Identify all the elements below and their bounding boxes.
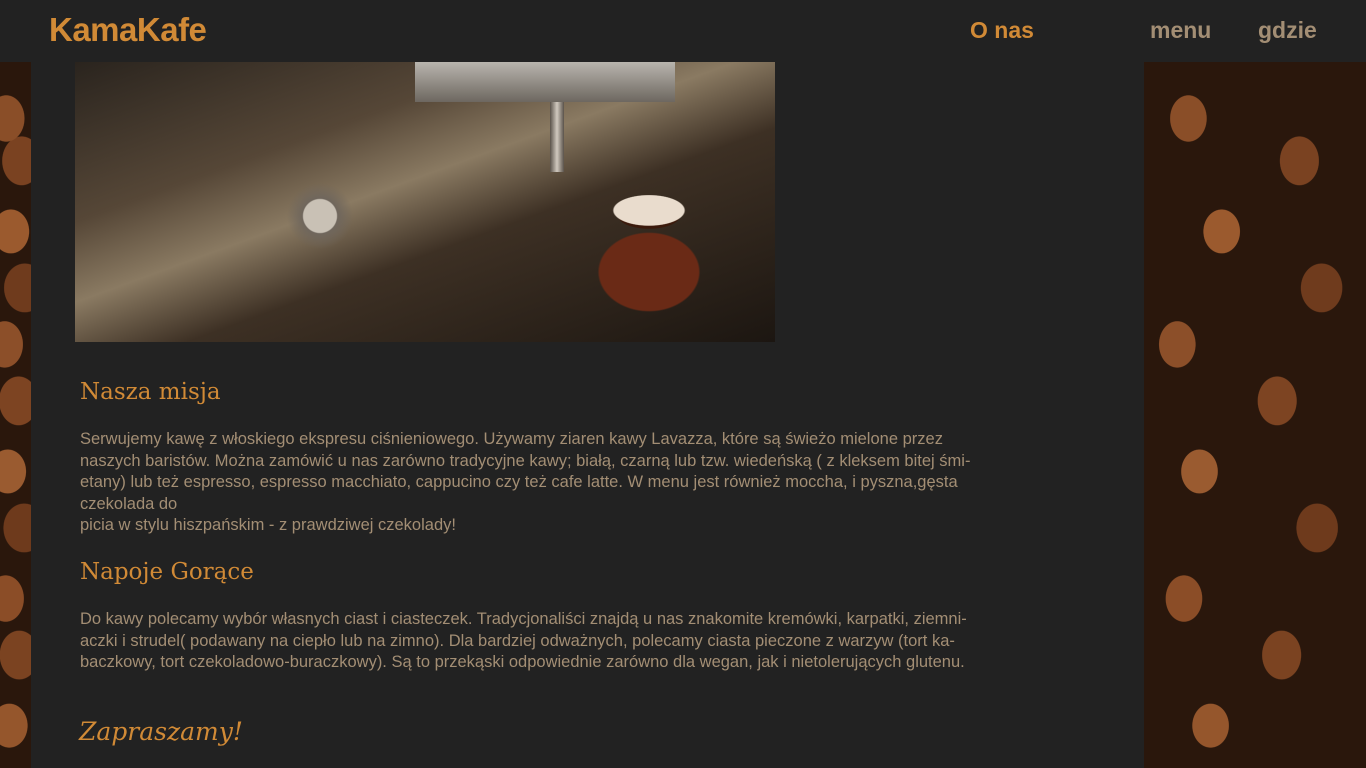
hot-drinks-text-line: Do kawy polecamy wybór własnych ciast i … (80, 610, 967, 628)
nav-link-gdzie[interactable]: gdzie (1258, 17, 1317, 44)
site-logo[interactable]: KamaKafe (49, 11, 207, 49)
mission-heading: Nasza misja (80, 379, 221, 405)
mission-text-line: picia w stylu hiszpańskim - z prawdziwej… (80, 516, 456, 534)
mission-text-line: naszych baristów. Można zamówić u nas za… (80, 451, 971, 470)
hot-drinks-text: Do kawy polecamy wybór własnych ciast i … (80, 609, 1070, 674)
main-content: Nasza misja Serwujemy kawę z włoskiego e… (31, 62, 1144, 768)
mission-text-line: etany) lub też espresso, espresso macchi… (80, 473, 958, 491)
mission-text-line: czekolada do (80, 494, 178, 513)
hot-drinks-text-line: baczkowy, tort czekoladowo-buraczkowy). … (80, 653, 965, 671)
espresso-machine-spout (550, 102, 564, 172)
mission-text-line: Serwujemy kawę z włoskiego ekspresu ciśn… (80, 430, 943, 448)
espresso-machine-group-head (415, 62, 675, 102)
nav-link-menu[interactable]: menu (1150, 17, 1211, 44)
hot-drinks-heading: Napoje Gorące (80, 559, 254, 585)
invitation-heading: Zapraszamy! (79, 717, 243, 746)
hot-drinks-text-line: aczki i strudel( podawany na ciepło lub … (80, 631, 955, 650)
header: KamaKafe O nas menu gdzie (0, 0, 1366, 62)
coffee-beans-background-left (0, 62, 31, 768)
mission-text: Serwujemy kawę z włoskiego ekspresu ciśn… (80, 429, 1070, 537)
coffee-beans-background-right (1144, 62, 1366, 768)
nav-link-o-nas[interactable]: O nas (970, 17, 1034, 44)
espresso-machine-photo (75, 62, 775, 342)
